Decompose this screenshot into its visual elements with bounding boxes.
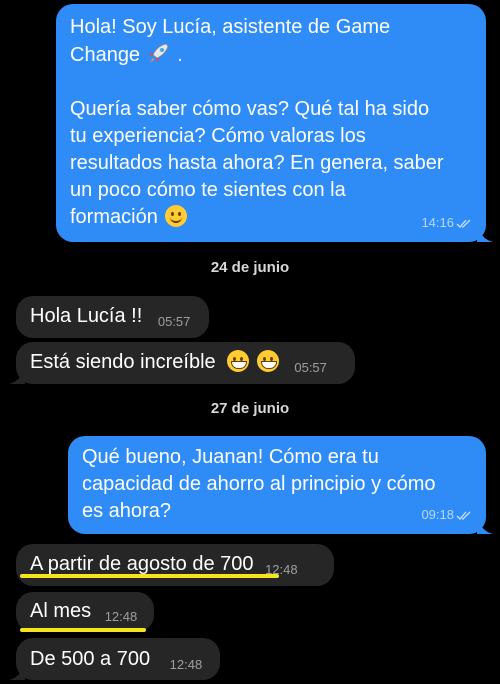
bubble-tail xyxy=(9,662,25,680)
message-time: 12:48 xyxy=(169,657,203,672)
bubble-tail xyxy=(9,366,25,384)
incoming-message-bubble[interactable]: Hola Lucía !! 05:57 xyxy=(16,296,209,338)
highlight-underline xyxy=(20,628,146,632)
message-line: formación xyxy=(70,204,472,231)
message-meta: 09:18 xyxy=(421,501,474,528)
message-time: 05:57 xyxy=(294,360,327,375)
message-text: A partir de agosto de 700 xyxy=(30,553,254,575)
date-separator: 27 de junio xyxy=(210,400,290,417)
message-time: 05:57 xyxy=(157,314,191,329)
message-time: 12:48 xyxy=(104,609,138,624)
smiling-face-emoji-icon xyxy=(165,205,188,227)
outgoing-message-bubble[interactable]: Hola! Soy Lucía, asistente de Game Chang… xyxy=(56,4,493,242)
bubble-tail xyxy=(477,224,493,242)
message-text: Al mes xyxy=(30,600,92,622)
message-line: Quería saber cómo vas? Qué tal ha sido xyxy=(70,98,430,120)
message-line: Hola! Soy Lucía, asistente de Game xyxy=(70,16,391,38)
message-meta: 14:16 xyxy=(421,209,474,236)
highlight-underline xyxy=(20,574,279,578)
date-separator: 24 de junio xyxy=(210,259,290,276)
message-line: tu experiencia? Cómo valoras los xyxy=(70,125,366,147)
grinning-face-emoji-icon xyxy=(256,350,279,372)
double-check-read-icon xyxy=(456,511,471,520)
bubble-tail xyxy=(477,516,493,534)
message-time: 12:48 xyxy=(265,562,298,577)
incoming-message-bubble[interactable]: Está siendo increíble 05:57 xyxy=(9,342,355,384)
message-text: De 500 a 700 xyxy=(30,648,151,670)
message-line: Change . xyxy=(70,41,472,69)
rocket-emoji-icon xyxy=(148,43,169,62)
message-line: resultados hasta ahora? En genera, saber xyxy=(70,152,444,174)
message-line: Qué bueno, Juanan! Cómo era tu xyxy=(82,446,379,468)
message-text: Está siendo increíble xyxy=(30,351,216,373)
double-check-read-icon xyxy=(456,219,471,228)
message-time: 14:16 xyxy=(421,215,454,230)
message-time: 09:18 xyxy=(421,507,454,522)
message-line: un poco cómo te sientes con la xyxy=(70,179,346,201)
message-line: capacidad de ahorro al principio y cómo xyxy=(82,473,436,495)
grinning-face-emoji-icon xyxy=(227,350,250,372)
message-line: es ahora? xyxy=(82,500,171,522)
outgoing-message-bubble[interactable]: Qué bueno, Juanan! Cómo era tu capacidad… xyxy=(68,436,493,534)
message-text: Hola Lucía !! xyxy=(30,305,143,327)
incoming-message-bubble[interactable]: Al mes 12:48 xyxy=(16,592,154,632)
incoming-message-bubble[interactable]: De 500 a 700 12:48 xyxy=(9,638,220,680)
incoming-message-bubble[interactable]: A partir de agosto de 700 12:48 xyxy=(16,544,334,586)
